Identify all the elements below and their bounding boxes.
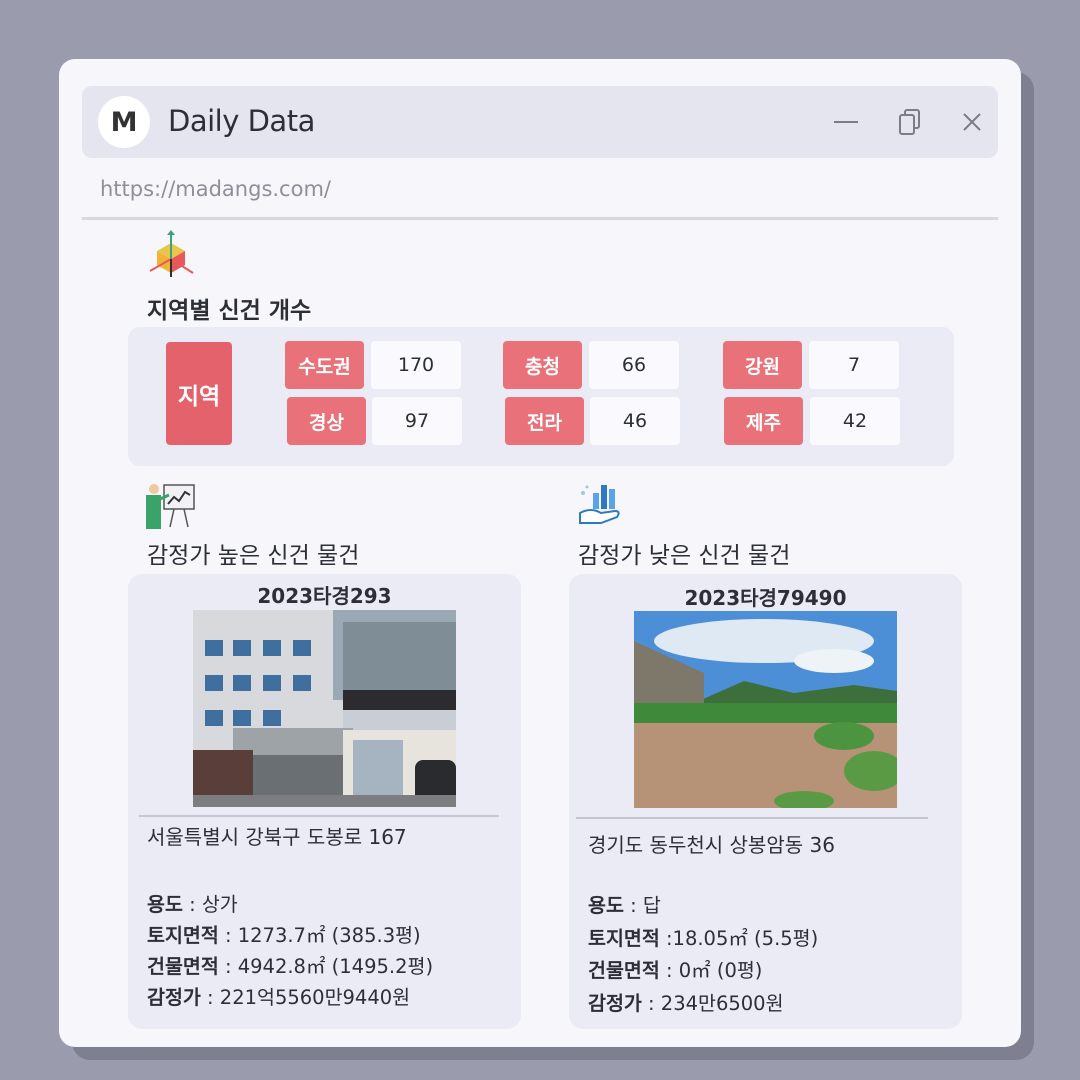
land-area-row: 토지면적 :18.05㎡ (5.5평) bbox=[588, 923, 818, 956]
minimize-icon[interactable] bbox=[830, 106, 862, 138]
hand-bar-chart-icon bbox=[579, 485, 620, 524]
presentation-chart-icon bbox=[146, 484, 195, 529]
region-count: 170 bbox=[371, 341, 461, 389]
header-divider bbox=[82, 217, 998, 220]
building-storefront-photo bbox=[193, 610, 456, 807]
appraisal-row: 감정가 : 234만6500원 bbox=[588, 988, 818, 1021]
low-section-title: 감정가 낮은 신건 물건 bbox=[578, 543, 791, 569]
usage-label: 용도 bbox=[147, 893, 183, 916]
app-logo: M bbox=[98, 96, 150, 148]
usage-row: 용도 : 상가 bbox=[147, 889, 433, 920]
usage-value: : 상가 bbox=[182, 893, 238, 916]
region-count: 7 bbox=[809, 341, 899, 389]
appraisal-value: : 234만6500원 bbox=[641, 991, 784, 1015]
building-area-row: 건물면적 : 0㎡ (0평) bbox=[588, 955, 818, 988]
property-details: 용도 : 상가 토지면적 : 1273.7㎡ (385.3평) 건물면적 : 4… bbox=[147, 889, 433, 1013]
land-area-label: 토지면적 bbox=[147, 924, 219, 947]
app-title: Daily Data bbox=[168, 104, 315, 138]
case-number: 2023타경79490 bbox=[684, 586, 847, 610]
region-count: 46 bbox=[590, 397, 680, 445]
property-address: 경기도 동두천시 상봉암동 36 bbox=[588, 833, 835, 857]
region-section-title: 지역별 신건 개수 bbox=[147, 298, 312, 324]
property-address: 서울특별시 강북구 도봉로 167 bbox=[147, 825, 407, 849]
appraisal-row: 감정가 : 221억5560만9440원 bbox=[147, 982, 433, 1013]
appraisal-value: : 221억5560만9440원 bbox=[200, 986, 411, 1009]
card-divider bbox=[576, 817, 928, 819]
close-icon[interactable] bbox=[956, 106, 988, 138]
url-bar[interactable]: https://madangs.com/ bbox=[100, 177, 331, 201]
region-count-panel: 지역 수도권 170 충청 66 강원 7 경상 97 전라 46 제주 42 bbox=[128, 327, 954, 466]
building-area-label: 건물면적 bbox=[147, 955, 219, 978]
region-tag: 강원 bbox=[723, 341, 802, 389]
region-tag: 경상 bbox=[287, 397, 366, 445]
land-area-value: : 1273.7㎡ (385.3평) bbox=[218, 924, 421, 947]
building-area-row: 건물면적 : 4942.8㎡ (1495.2평) bbox=[147, 951, 433, 982]
card-divider bbox=[139, 815, 499, 817]
low-appraisal-card[interactable]: 2023타경79490 경기도 동두천시 상봉암동 36 용도 : 답 토지면적… bbox=[569, 574, 962, 1029]
region-label: 지역 bbox=[166, 342, 232, 445]
case-number: 2023타경293 bbox=[257, 584, 392, 608]
usage-row: 용도 : 답 bbox=[588, 890, 818, 923]
region-count: 66 bbox=[589, 341, 679, 389]
cube-axes-icon bbox=[149, 230, 194, 277]
building-area-value: : 0㎡ (0평) bbox=[659, 959, 763, 982]
land-area-row: 토지면적 : 1273.7㎡ (385.3평) bbox=[147, 920, 433, 951]
high-section-title: 감정가 높은 신건 물건 bbox=[147, 543, 360, 569]
building-area-label: 건물면적 bbox=[588, 959, 660, 982]
region-count: 42 bbox=[810, 397, 900, 445]
high-appraisal-card[interactable]: 2023타경293 서울특별시 강북구 도봉로 167 용도 : 상가 토지면적… bbox=[128, 574, 521, 1029]
region-tag: 충청 bbox=[503, 341, 582, 389]
farmland-photo bbox=[634, 611, 897, 808]
region-count: 97 bbox=[372, 397, 462, 445]
region-tag: 제주 bbox=[724, 397, 803, 445]
browser-window: M Daily Data https://madangs.com/ 지역별 신건… bbox=[59, 59, 1021, 1047]
appraisal-label: 감정가 bbox=[588, 991, 642, 1015]
usage-value: : 답 bbox=[623, 894, 661, 917]
building-area-value: : 4942.8㎡ (1495.2평) bbox=[218, 955, 434, 978]
property-details: 용도 : 답 토지면적 :18.05㎡ (5.5평) 건물면적 : 0㎡ (0평… bbox=[588, 890, 818, 1020]
land-area-value: :18.05㎡ (5.5평) bbox=[659, 926, 819, 950]
copy-icon[interactable] bbox=[896, 106, 928, 138]
region-tag: 전라 bbox=[505, 397, 584, 445]
appraisal-label: 감정가 bbox=[147, 986, 201, 1009]
land-area-label: 토지면적 bbox=[588, 926, 660, 950]
region-tag: 수도권 bbox=[285, 341, 364, 389]
title-bar: M Daily Data bbox=[82, 86, 998, 158]
usage-label: 용도 bbox=[588, 894, 624, 917]
